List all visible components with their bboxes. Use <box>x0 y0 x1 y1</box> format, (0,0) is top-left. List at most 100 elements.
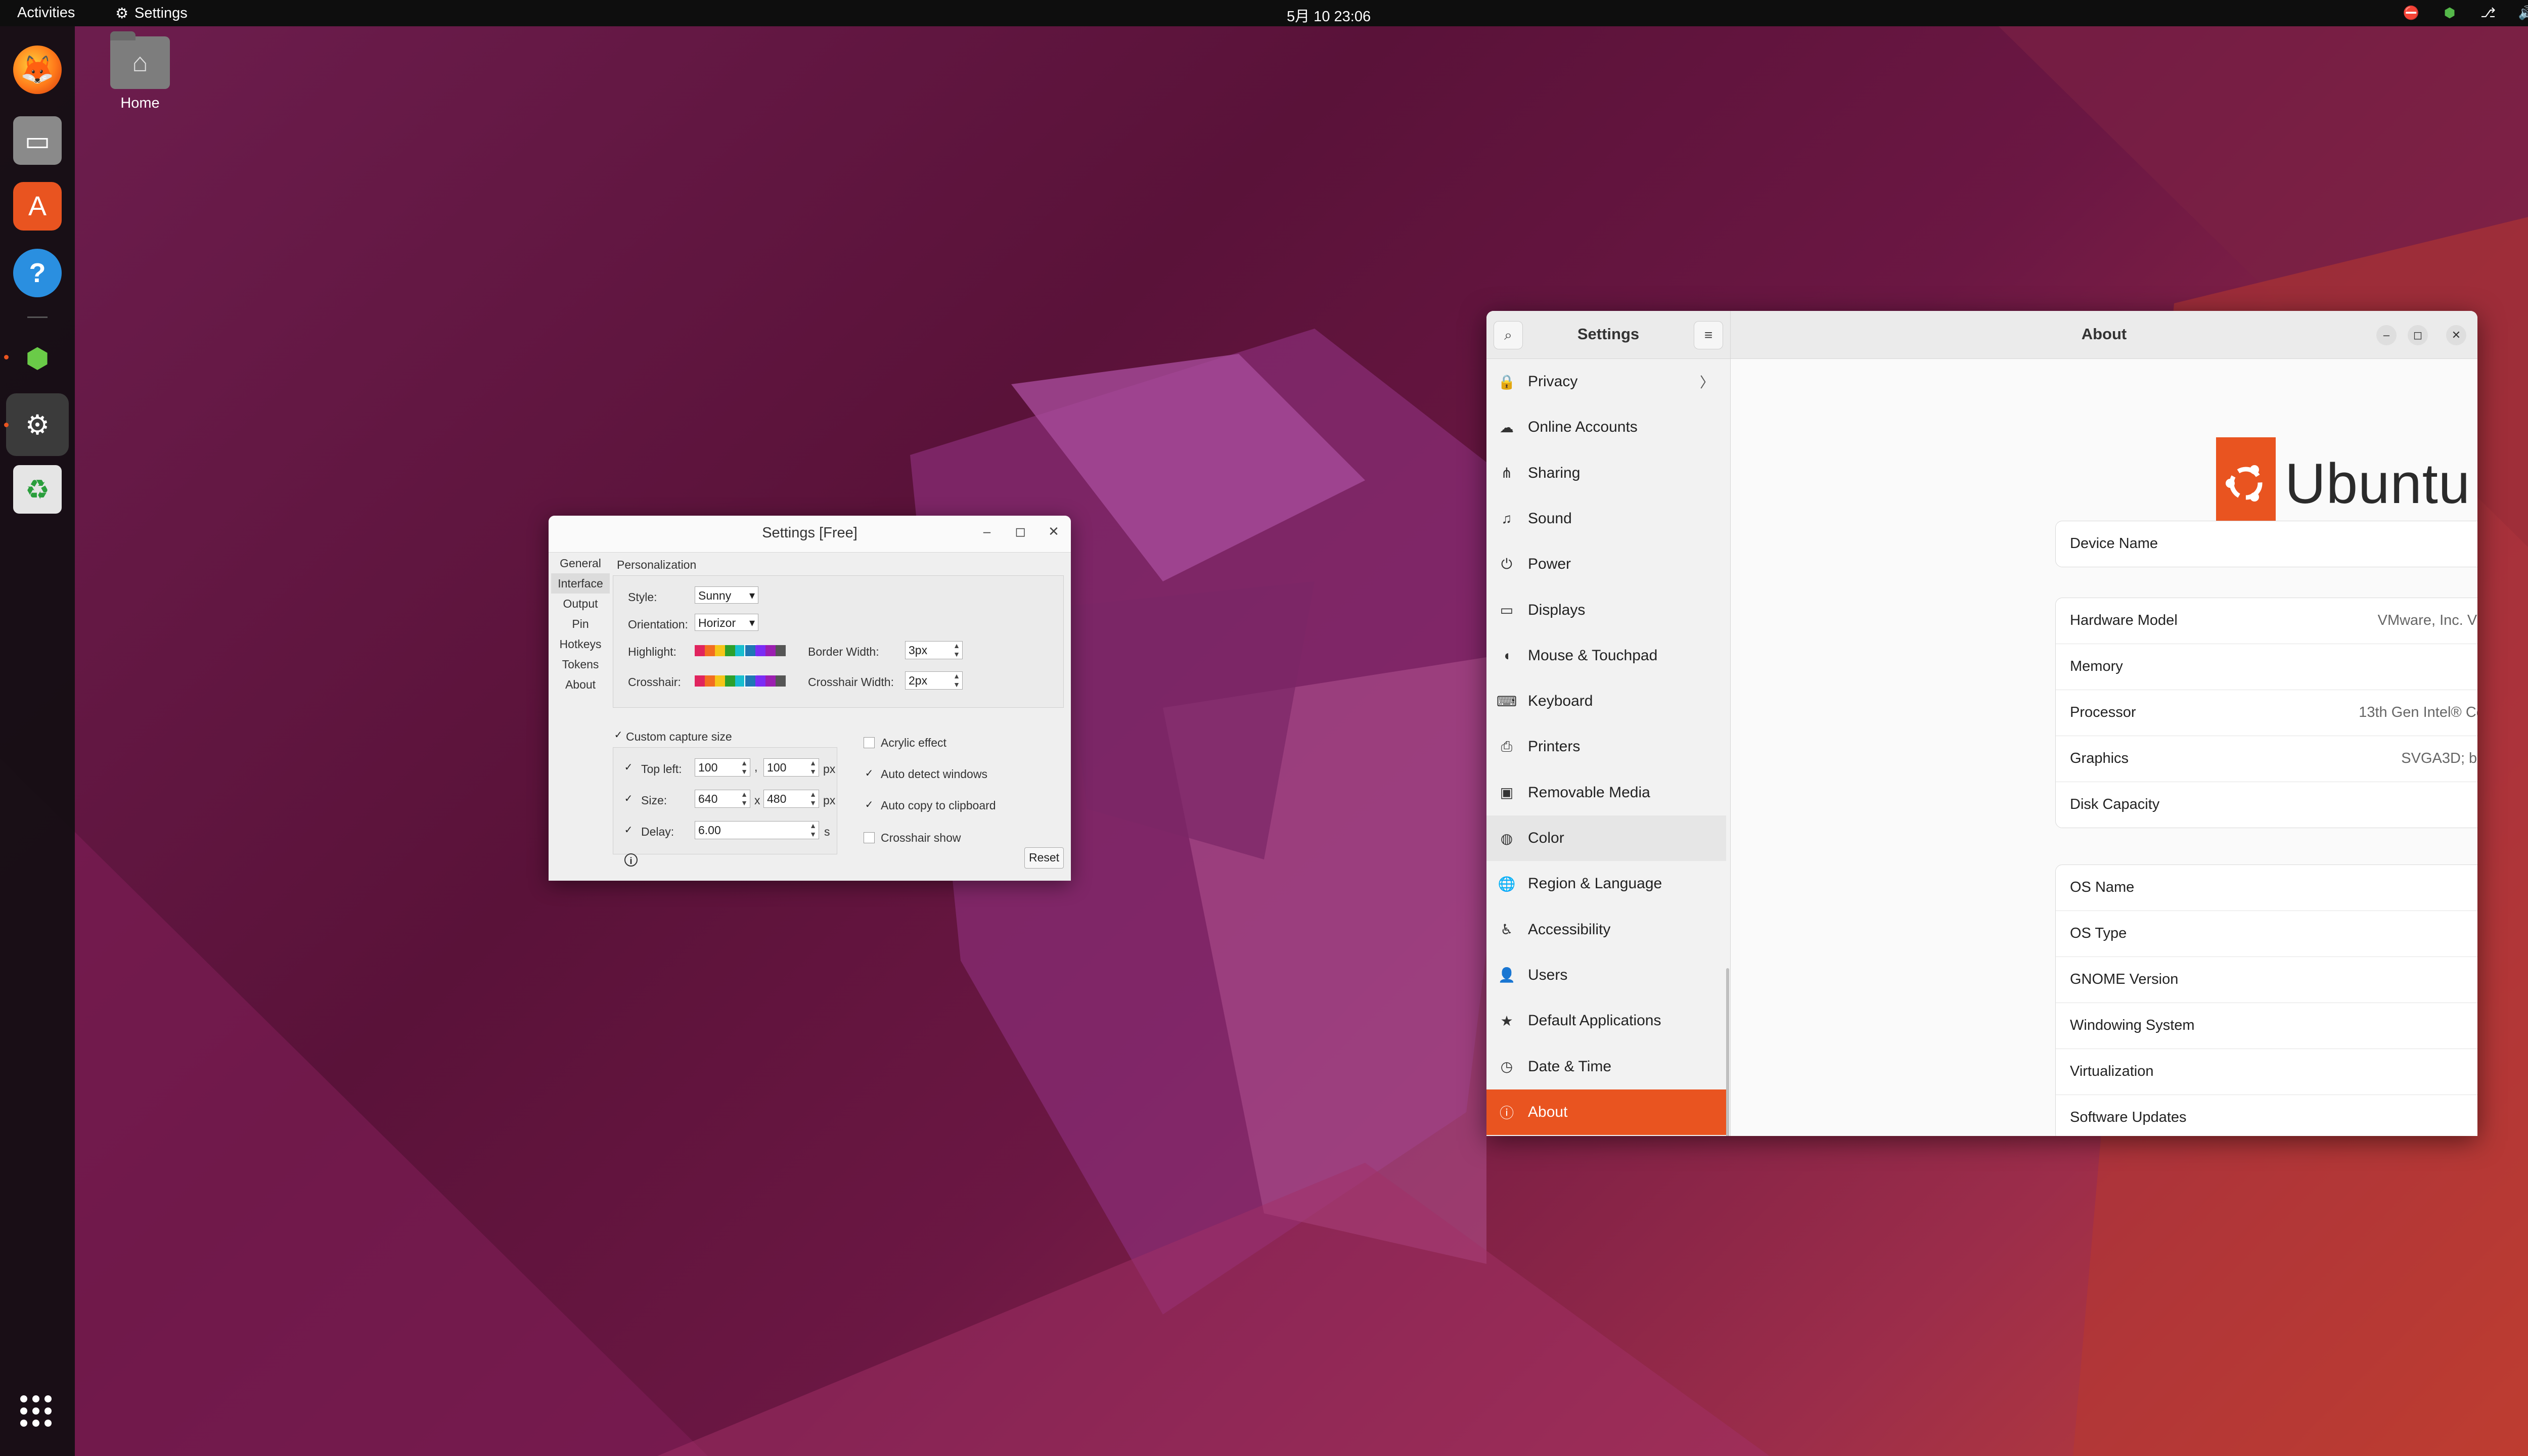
nav-tokens[interactable]: Tokens <box>551 654 610 674</box>
top-left-y-spinbox[interactable]: 100 ▲ ▼ <box>763 758 819 777</box>
app-menu[interactable]: ⚙ Settings <box>115 5 188 22</box>
minimize-icon[interactable]: – <box>2376 325 2397 345</box>
size-height-spinbox[interactable]: 480 ▲ ▼ <box>763 790 819 808</box>
color-swatch[interactable] <box>744 674 756 688</box>
sidebar-item-date-time[interactable]: ◷ Date & Time <box>1486 1044 1726 1089</box>
nav-pin[interactable]: Pin <box>551 614 610 634</box>
spin-arrows-icon[interactable]: ▲ ▼ <box>740 790 749 807</box>
capture-settings-titlebar[interactable]: Settings [Free] – ◻ ✕ <box>549 516 1071 553</box>
color-swatch[interactable] <box>715 645 725 656</box>
auto-copy-checkbox[interactable]: ✓ <box>864 800 875 811</box>
help-icon[interactable]: ? <box>13 249 62 297</box>
color-swatch[interactable] <box>725 675 735 687</box>
desktop-home-folder[interactable]: ⌂ Home <box>107 31 173 112</box>
auto-detect-checkbox[interactable]: ✓ <box>864 768 875 780</box>
nav-general[interactable]: General <box>551 553 610 573</box>
sidebar-item-mouse-touchpad[interactable]: ◖ Mouse & Touchpad <box>1486 633 1726 678</box>
activities-button[interactable]: Activities <box>17 5 75 21</box>
sidebar-item-about[interactable]: ⓘ About <box>1486 1089 1726 1135</box>
minimize-icon[interactable]: – <box>977 524 997 539</box>
sidebar-item-displays[interactable]: ▭ Displays <box>1486 587 1726 633</box>
color-swatch[interactable] <box>725 645 735 656</box>
sidebar-item-printers[interactable]: ⎙ Printers <box>1486 724 1726 769</box>
sidebar-item-removable-media[interactable]: ▣ Removable Media <box>1486 770 1726 815</box>
top-left-x-spinbox[interactable]: 100 ▲ ▼ <box>695 758 750 777</box>
system-tray[interactable]: ⛔ ⬢ ⎇ 🔊 ⏻ <box>2403 4 2528 21</box>
color-swatch[interactable] <box>765 645 776 656</box>
color-swatch[interactable] <box>776 645 786 656</box>
nav-interface[interactable]: Interface <box>551 573 610 594</box>
custom-capture-checkbox[interactable]: ✓ <box>613 730 624 741</box>
spin-arrows-icon[interactable]: ▲ ▼ <box>740 759 749 776</box>
volume-icon[interactable]: 🔊 <box>2518 4 2528 21</box>
color-swatch[interactable] <box>744 644 756 657</box>
sidebar-item-online-accounts[interactable]: ☁ Online Accounts <box>1486 404 1726 450</box>
color-swatch[interactable] <box>735 675 745 687</box>
color-swatch[interactable] <box>765 675 776 687</box>
color-swatch[interactable] <box>735 645 745 656</box>
color-swatch[interactable] <box>695 675 705 687</box>
sidebar-item-color[interactable]: ◍ Color <box>1486 815 1726 861</box>
app-center-icon[interactable]: A <box>13 182 62 231</box>
sidebar-item-power[interactable]: ⏻ Power <box>1486 541 1726 587</box>
maximize-icon[interactable]: ◻ <box>1010 524 1030 539</box>
spin-arrows-icon[interactable]: ▲ ▼ <box>808 759 818 776</box>
clock[interactable]: 5月 10 23:06 <box>1287 5 1371 26</box>
nav-output[interactable]: Output <box>551 594 610 614</box>
sidebar-item-users[interactable]: 👤 Users <box>1486 952 1726 998</box>
sidebar-item-sharing[interactable]: ⋔ Sharing <box>1486 450 1726 496</box>
sidebar-header[interactable]: ⌕ Settings ≡ <box>1486 311 1731 359</box>
nav-hotkeys[interactable]: Hotkeys <box>551 634 610 654</box>
crosshair-show-checkbox[interactable] <box>864 832 875 843</box>
reset-button[interactable]: Reset <box>1024 847 1064 869</box>
sidebar-item-accessibility[interactable]: ♿ Accessibility <box>1486 907 1726 952</box>
terminal-app-icon[interactable]: ⬢ <box>13 334 62 382</box>
color-swatch[interactable] <box>755 645 765 656</box>
network-icon[interactable]: ⎇ <box>2479 4 2497 21</box>
spin-arrows-icon[interactable]: ▲ ▼ <box>808 790 818 807</box>
firefox-icon[interactable]: 🦊 <box>13 46 62 94</box>
sidebar-item-keyboard[interactable]: ⌨ Keyboard <box>1486 678 1726 724</box>
spin-arrows-icon[interactable]: ▲ ▼ <box>952 672 961 689</box>
device-name-row[interactable]: Device Name xmuli-vir-pc 〉 <box>2056 521 2477 567</box>
crosshair-color-palette[interactable] <box>695 674 786 688</box>
app-indicator-icon[interactable]: ⬢ <box>2441 4 2458 21</box>
spin-arrows-icon[interactable]: ▲ ▼ <box>808 822 818 839</box>
color-swatch[interactable] <box>705 645 715 656</box>
trash-icon[interactable]: ♻ <box>13 465 62 514</box>
color-swatch[interactable] <box>705 675 715 687</box>
size-checkbox[interactable]: ✓ <box>623 794 634 805</box>
close-icon[interactable]: ✕ <box>1044 524 1064 539</box>
style-select[interactable]: Sunny <box>695 586 758 604</box>
page-header[interactable]: About – ◻ ✕ <box>1731 311 2477 359</box>
color-swatch[interactable] <box>776 675 786 687</box>
sidebar-scrollbar[interactable] <box>1726 968 1729 1136</box>
highlight-color-palette[interactable] <box>695 644 786 657</box>
orientation-select[interactable]: Horizor <box>695 614 758 631</box>
border-width-spinbox[interactable]: 3px ▲ ▼ <box>905 641 963 659</box>
maximize-icon[interactable]: ◻ <box>2408 325 2428 345</box>
delay-checkbox[interactable]: ✓ <box>623 825 634 836</box>
sidebar-item-default-applications[interactable]: ★ Default Applications <box>1486 998 1726 1043</box>
hamburger-menu-icon[interactable]: ≡ <box>1694 321 1723 349</box>
color-swatch[interactable] <box>755 675 765 687</box>
settings-icon[interactable]: ⚙ <box>6 393 69 456</box>
sidebar-item-privacy[interactable]: 🔒 Privacy 〉 <box>1486 359 1726 404</box>
crosshair-width-spinbox[interactable]: 2px ▲ ▼ <box>905 671 963 690</box>
delay-spinbox[interactable]: 6.00 ▲ ▼ <box>695 821 819 839</box>
info-icon[interactable]: i <box>624 853 638 867</box>
software-updates-row[interactable]: Software Updates〉 <box>2056 1095 2477 1136</box>
files-icon[interactable]: ▭ <box>13 116 62 165</box>
nav-about[interactable]: About <box>551 674 610 695</box>
show-apps-icon[interactable] <box>20 1395 52 1427</box>
do-not-disturb-icon[interactable]: ⛔ <box>2403 4 2420 21</box>
spin-arrows-icon[interactable]: ▲ ▼ <box>952 642 961 659</box>
acrylic-checkbox[interactable] <box>864 737 875 748</box>
size-width-spinbox[interactable]: 640 ▲ ▼ <box>695 790 750 808</box>
color-swatch[interactable] <box>715 675 725 687</box>
top-left-checkbox[interactable]: ✓ <box>623 762 634 774</box>
close-icon[interactable]: ✕ <box>2446 325 2466 345</box>
color-swatch[interactable] <box>695 645 705 656</box>
sidebar-item-region-language[interactable]: 🌐 Region & Language <box>1486 861 1726 906</box>
sidebar-item-sound[interactable]: ♫ Sound <box>1486 496 1726 541</box>
